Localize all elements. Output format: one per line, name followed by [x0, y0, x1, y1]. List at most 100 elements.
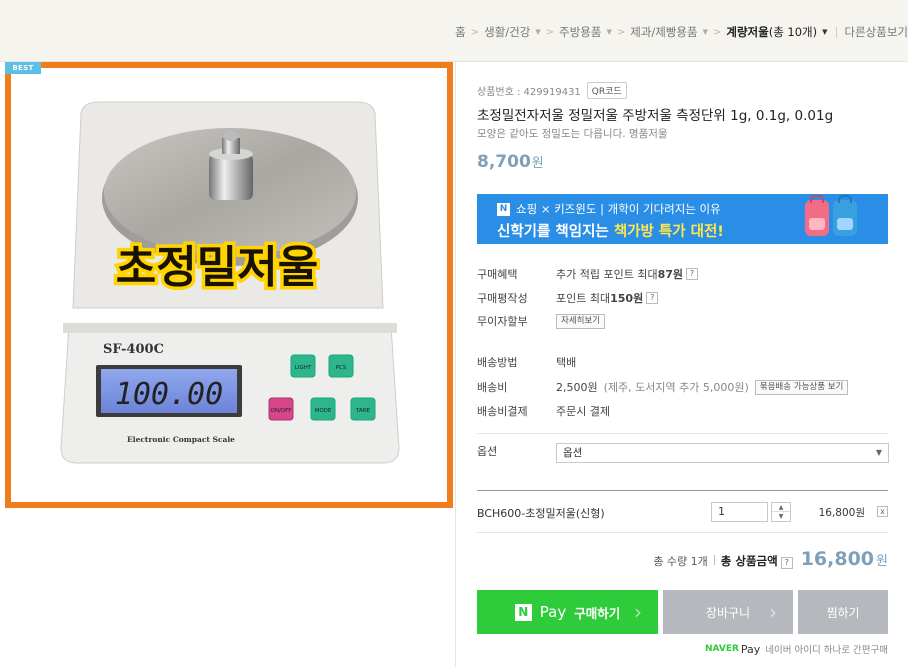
review-text: 포인트 최대: [556, 292, 611, 305]
review-value: 포인트 최대 150원 ?: [556, 290, 659, 306]
breadcrumb-count: (총 10개): [768, 25, 818, 39]
divider: [477, 532, 888, 533]
help-icon[interactable]: ?: [646, 292, 659, 304]
caret-down-icon[interactable]: ▼: [606, 28, 611, 36]
product-code: 상품번호 : 429919431 QR코드: [477, 82, 627, 99]
breadcrumb-item[interactable]: 주방용품: [559, 24, 601, 40]
help-icon[interactable]: ?: [686, 268, 699, 280]
best-badge: BEST: [5, 62, 41, 74]
chevron-right-icon: >: [616, 26, 626, 38]
product-code-text: 상품번호 : 429919431: [477, 87, 581, 98]
selected-item-name: BCH600-초정밀저울(신형): [477, 507, 605, 520]
wishlist-button[interactable]: 찜하기: [798, 590, 888, 634]
ship-fee-value: 2,500원 (제주, 도서지역 추가 5,000원) 묶음배송 가능상품 보기: [556, 379, 849, 395]
device-model: SF-400C: [103, 342, 164, 357]
review-label: 구매평작성: [477, 292, 528, 305]
benefit-label: 구매혜택: [477, 268, 518, 281]
benefit-value: 추가 적립 포인트 최대 87원 ?: [556, 266, 699, 282]
total-label: 총 상품금액: [720, 554, 778, 568]
lcd-value: 100.00: [115, 377, 223, 412]
product-subtitle: 모양은 같아도 정밀도는 다릅니다. 명품저울: [477, 128, 668, 140]
naver-pay-icon: N: [514, 603, 532, 621]
key-tare: TARE: [355, 408, 371, 414]
divider: [835, 26, 837, 38]
other-products-link[interactable]: 다른상품보기: [845, 24, 908, 40]
bundle-shipping-button[interactable]: 묶음배송 가능상품 보기: [754, 379, 849, 395]
key-pcs: PCS: [336, 365, 347, 371]
ship-method-value: 택배: [556, 356, 577, 369]
option-label: 옵션: [477, 445, 498, 458]
installment-detail-button[interactable]: 자세히보기: [556, 313, 606, 329]
breadcrumb-item[interactable]: 생활/건강: [484, 24, 530, 40]
key-light: LIGHT: [295, 365, 312, 371]
scale-illustration: SF-400C 100.00 Electronic Compact Scale …: [60, 101, 400, 464]
backpack-icon: [805, 195, 829, 236]
divider: [477, 490, 888, 491]
divider: [713, 555, 715, 565]
naver-shopping-icon: N: [497, 202, 510, 216]
caret-down-icon[interactable]: ▼: [535, 28, 540, 36]
product-image[interactable]: SF-400C 100.00 Electronic Compact Scale …: [5, 62, 453, 508]
selected-item-price: 16,800원: [818, 507, 865, 519]
breadcrumb-bar: 홈 > 생활/건강 ▼ > 주방용품 ▼ > 제과/제빵용품 ▼ > 계량저울 …: [0, 0, 908, 62]
pay-logo: Pay: [740, 642, 761, 656]
price-value: 8,700: [477, 152, 531, 172]
chevron-right-icon: >: [470, 26, 480, 38]
divider: [477, 433, 888, 434]
pay-label: Pay: [539, 603, 567, 621]
banner-highlight: 책가방 특가 대전!: [613, 224, 724, 240]
price-currency: 원: [531, 156, 544, 171]
buy-label: 구매하기: [574, 605, 621, 621]
quantity-stepper[interactable]: ▲ ▼: [771, 502, 791, 522]
ship-pay-label: 배송비결제: [477, 405, 528, 418]
breadcrumb-item[interactable]: 제과/제빵용품: [630, 24, 697, 40]
installment-label: 무이자할부: [477, 315, 528, 328]
banner-line1: N 쇼핑 × 키즈윈도 | 개학이 기다려지는 이유: [497, 201, 721, 217]
ship-fee-note: (제주, 도서지역 추가 5,000원): [603, 381, 749, 394]
wishlist-label: 찜하기: [826, 605, 860, 620]
product-title: 초정밀전자저울 정밀저울 주방저울 측정단위 1g, 0.1g, 0.01g: [477, 108, 834, 124]
divider: [455, 62, 456, 667]
chevron-right-icon: ›: [634, 600, 642, 624]
quantity-input[interactable]: 1: [711, 502, 768, 522]
overlay-text: 초정밀저울: [116, 242, 318, 293]
backpack-icon: [833, 195, 857, 236]
caret-down-icon[interactable]: ▼: [703, 28, 708, 36]
naver-logo: NAVER: [704, 644, 739, 654]
product-price: 8,700원: [477, 152, 544, 172]
option-select-value: 옵션: [563, 447, 583, 459]
key-mode: MODE: [315, 408, 332, 414]
benefit-amount: 87원: [657, 268, 684, 281]
increment-icon[interactable]: ▲: [772, 503, 790, 512]
cart-label: 장바구니: [705, 605, 751, 620]
naver-pay-footer: NAVER Pay 네이버 아이디 하나로 간편구매: [704, 642, 888, 657]
ship-pay-value: 주문시 결제: [556, 405, 611, 418]
installment-value: 자세히보기: [556, 313, 606, 329]
banner-line2-text: 신학기를 책임지는: [497, 224, 614, 240]
qr-code-button[interactable]: QR코드: [586, 82, 627, 99]
option-select[interactable]: 옵션 ▼: [556, 443, 889, 463]
promo-banner[interactable]: N 쇼핑 × 키즈윈도 | 개학이 기다려지는 이유 신학기를 책임지는 책가방…: [477, 194, 888, 244]
breadcrumb: 홈 > 생활/건강 ▼ > 주방용품 ▼ > 제과/제빵용품 ▼ > 계량저울 …: [455, 24, 908, 40]
help-icon[interactable]: ?: [780, 557, 793, 569]
naver-pay-buy-button[interactable]: N Pay 구매하기 ›: [477, 590, 658, 634]
remove-item-icon[interactable]: x: [877, 506, 888, 517]
cart-button[interactable]: 장바구니 ›: [663, 590, 793, 634]
benefit-text: 추가 적립 포인트 최대: [556, 268, 658, 281]
total-summary: 총 수량 1개 총 상품금액 ? 16,800 원: [653, 548, 888, 570]
total-currency: 원: [876, 554, 888, 569]
chevron-right-icon: ›: [769, 600, 777, 624]
ship-fee-amount: 2,500원: [556, 381, 598, 394]
total-quantity: 총 수량 1개: [653, 555, 708, 568]
decrement-icon[interactable]: ▼: [772, 512, 790, 521]
key-onoff: ON/OFF: [271, 408, 292, 414]
review-amount: 150원: [610, 292, 644, 305]
caret-down-icon[interactable]: ▼: [822, 28, 827, 36]
ship-fee-label: 배송비: [477, 381, 508, 394]
chevron-right-icon: >: [712, 26, 722, 38]
device-caption: Electronic Compact Scale: [127, 435, 235, 444]
breadcrumb-current[interactable]: 계량저울: [726, 24, 768, 40]
banner-line1-text: 쇼핑 × 키즈윈도 | 개학이 기다려지는 이유: [516, 202, 721, 216]
breadcrumb-home[interactable]: 홈: [455, 24, 466, 40]
ship-method-label: 배송방법: [477, 356, 518, 369]
